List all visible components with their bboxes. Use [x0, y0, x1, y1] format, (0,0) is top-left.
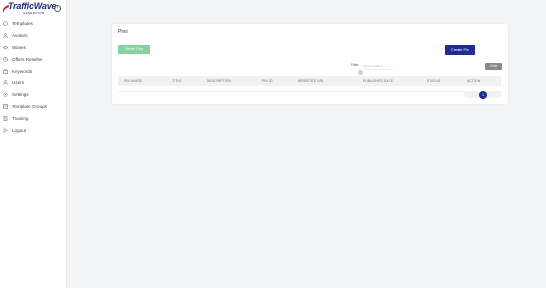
mouse-cursor-indicator — [358, 70, 363, 75]
chevron-left-icon: ‹ — [56, 5, 59, 11]
sidebar-item-waves[interactable]: Waves — [0, 42, 66, 54]
column-header-description[interactable]: DESCRIPTION — [207, 76, 231, 86]
column-header-websites-url[interactable]: WEBSITES URL — [298, 76, 324, 86]
collapse-sidebar-button[interactable]: ‹ — [54, 5, 61, 12]
page-button-current[interactable]: 1 — [479, 90, 487, 99]
column-header-pin-id[interactable]: PIN ID — [262, 76, 273, 86]
brand-logo[interactable]: TrafficWave GENERATOR — [2, 1, 57, 16]
template-icon — [3, 21, 8, 27]
sidebar-item-label: Training — [12, 115, 29, 121]
pins-card: Pins Delete Pins Create Pin Filter Type … — [112, 24, 508, 104]
table-empty-row — [118, 86, 501, 92]
logout-icon — [3, 128, 8, 133]
clear-filter-button[interactable]: Clear — [485, 63, 502, 70]
sidebar-item-training[interactable]: Training — [0, 112, 66, 124]
filter-input[interactable]: Type to search — [363, 64, 393, 70]
sidebar-nav: Templates Avatars Waves Offers Reseller … — [0, 18, 66, 136]
sidebar-item-label: Offers Reseller — [12, 56, 43, 62]
table-header: PIN IMAGE TITLE DESCRIPTION PIN ID WEBSI… — [118, 76, 501, 86]
sidebar-item-logout[interactable]: Logout — [0, 124, 66, 136]
sidebar-item-label: Template Groups — [12, 103, 47, 109]
page-title: Pins — [118, 29, 128, 35]
offers-icon — [3, 56, 8, 62]
sidebar-item-label: Avatars — [12, 33, 28, 39]
users-icon — [3, 80, 8, 85]
sidebar-item-label: Logout — [12, 127, 27, 133]
sidebar-item-label: Users — [12, 80, 24, 86]
sidebar-item-templates[interactable]: Templates — [0, 18, 66, 30]
group-icon — [3, 104, 8, 109]
column-header-status[interactable]: STATUS — [427, 76, 440, 86]
sidebar-item-label: Settings — [12, 92, 29, 98]
sidebar: TrafficWave GENERATOR ‹ Templates Avatar… — [0, 0, 67, 288]
sidebar-item-keywords[interactable]: Keywords — [0, 65, 66, 77]
wave-icon — [3, 45, 8, 50]
column-header-title[interactable]: TITLE — [172, 76, 182, 86]
delete-pins-button[interactable]: Delete Pins — [118, 45, 150, 54]
pagination: 1 — [464, 90, 502, 99]
filter-label: Filter — [351, 63, 359, 67]
brand-name: TrafficWave — [8, 1, 57, 11]
column-header-published-date[interactable]: PUBLISHED DATE — [363, 76, 393, 86]
key-icon — [3, 68, 8, 74]
sidebar-item-avatars[interactable]: Avatars — [0, 30, 66, 42]
settings-icon — [3, 92, 8, 97]
column-header-pin-image[interactable]: PIN IMAGE — [124, 76, 142, 86]
sidebar-item-users[interactable]: Users — [0, 77, 66, 89]
sidebar-item-label: Waves — [12, 44, 26, 50]
sidebar-item-label: Templates — [12, 21, 33, 27]
brand-tagline: GENERATOR — [23, 11, 45, 15]
sidebar-item-offers-reseller[interactable]: Offers Reseller — [0, 53, 66, 65]
sidebar-item-label: Keywords — [12, 68, 33, 74]
create-pin-button[interactable]: Create Pin — [445, 45, 475, 55]
column-header-action[interactable]: ACTION — [467, 76, 480, 86]
sidebar-item-template-groups[interactable]: Template Groups — [0, 101, 66, 113]
user-icon — [3, 33, 8, 38]
sidebar-item-settings[interactable]: Settings — [0, 89, 66, 101]
training-icon — [3, 115, 8, 121]
